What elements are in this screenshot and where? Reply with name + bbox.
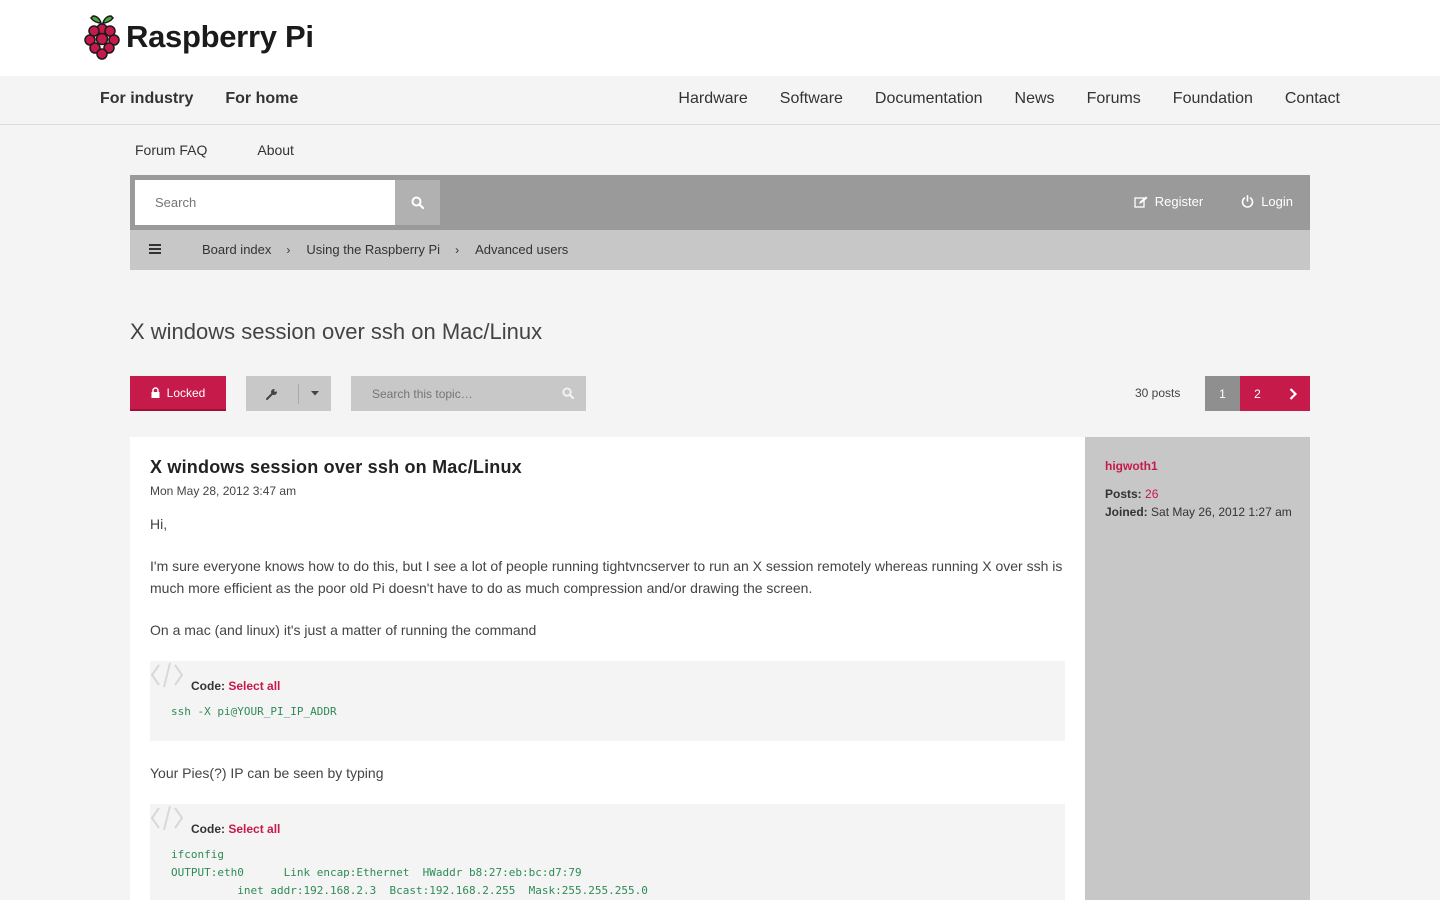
register-label: Register: [1154, 194, 1204, 209]
post: X windows session over ssh on Mac/Linux …: [130, 437, 1085, 900]
wrench-icon: [266, 388, 277, 400]
login-link[interactable]: Login: [1241, 194, 1293, 209]
post-date: Mon May 28, 2012 3:47 am: [150, 484, 297, 498]
nav-forums[interactable]: Forums: [1087, 90, 1141, 108]
nav-news[interactable]: News: [1015, 90, 1055, 108]
post-paragraph: Your Pies(?) IP can be seen by typing: [150, 765, 384, 781]
nav-hardware[interactable]: Hardware: [678, 90, 747, 108]
about-link[interactable]: About: [257, 142, 294, 158]
code-icon: [150, 662, 184, 688]
lock-icon: [151, 387, 160, 398]
locked-label: Locked: [166, 385, 206, 400]
code-icon: [150, 805, 184, 831]
author-username[interactable]: higwoth1: [1105, 459, 1158, 473]
topic-tools-button[interactable]: [246, 376, 331, 411]
code-content: ifconfig OUTPUT:eth0 Link encap:Ethernet…: [171, 848, 648, 897]
post-paragraph: On a mac (and linux) it's just a matter …: [150, 622, 537, 638]
forum-faq-link[interactable]: Forum FAQ: [135, 142, 207, 158]
post-count: 30 posts: [1135, 386, 1181, 400]
select-all-link[interactable]: Select all: [228, 679, 280, 693]
topic-search-input[interactable]: [351, 376, 551, 411]
post-body: Hi, I'm sure everyone knows how to do th…: [150, 513, 1065, 900]
forum-links: Forum FAQ About: [135, 142, 294, 158]
brand-name: Raspberry Pi: [126, 19, 314, 54]
breadcrumb-board-index[interactable]: Board index: [202, 242, 271, 257]
edit-icon: [1134, 196, 1148, 208]
joined-date: Sat May 26, 2012 1:27 am: [1151, 505, 1292, 519]
chevron-right-icon: [1289, 387, 1297, 400]
post-paragraph: I'm sure everyone knows how to do this, …: [150, 558, 1063, 596]
next-page-button[interactable]: [1275, 376, 1310, 411]
topic-search: [351, 376, 586, 411]
register-link[interactable]: Register: [1134, 194, 1203, 209]
author-joined: Joined: Sat May 26, 2012 1:27 am: [1105, 505, 1292, 519]
code-block: Code: Select all ssh -X pi@YOUR_PI_IP_AD…: [150, 661, 1065, 741]
breadcrumb-using-the-pi[interactable]: Using the Raspberry Pi: [306, 242, 440, 257]
nav-for-industry[interactable]: For industry: [100, 90, 193, 108]
pagination: 1 2: [1205, 376, 1310, 411]
page-1: 1: [1205, 376, 1240, 411]
author-posts: Posts: 26: [1105, 487, 1158, 501]
search-icon: [411, 196, 424, 209]
power-icon: [1241, 195, 1254, 208]
breadcrumb-advanced-users[interactable]: Advanced users: [475, 242, 568, 257]
search-icon[interactable]: [562, 387, 574, 399]
forum-search-button[interactable]: [395, 180, 440, 225]
chevron-right-icon: ›: [455, 242, 460, 257]
login-label: Login: [1261, 194, 1293, 209]
post-title[interactable]: X windows session over ssh on Mac/Linux: [150, 457, 522, 478]
site-header: Raspberry Pi: [0, 0, 1440, 76]
caret-down-icon: [311, 391, 319, 396]
code-content: ssh -X pi@YOUR_PI_IP_ADDR: [171, 705, 337, 718]
chevron-right-icon: ›: [286, 242, 291, 257]
page-2[interactable]: 2: [1240, 376, 1275, 411]
joined-label: Joined:: [1105, 505, 1148, 519]
site-logo[interactable]: Raspberry Pi: [84, 14, 314, 60]
nav-software[interactable]: Software: [780, 90, 843, 108]
locked-button[interactable]: Locked: [130, 376, 226, 411]
raspberry-logo-icon: [84, 15, 120, 60]
code-label: Code:: [191, 822, 225, 836]
select-all-link[interactable]: Select all: [228, 822, 280, 836]
nav-contact[interactable]: Contact: [1285, 90, 1340, 108]
nav-for-home[interactable]: For home: [225, 90, 298, 108]
nav-foundation[interactable]: Foundation: [1173, 90, 1253, 108]
topic-title[interactable]: X windows session over ssh on Mac/Linux: [130, 319, 542, 345]
post-paragraph: Hi,: [150, 516, 168, 532]
nav-documentation[interactable]: Documentation: [875, 90, 983, 108]
posts-count[interactable]: 26: [1145, 487, 1158, 501]
breadcrumb-bar: Board index › Using the Raspberry Pi › A…: [130, 230, 1310, 270]
forum-header-bar: Register Login: [130, 175, 1310, 230]
menu-icon[interactable]: [149, 243, 162, 255]
main-nav: For industry For home Hardware Software …: [0, 76, 1440, 125]
code-block: Code: Select all ifconfig OUTPUT:eth0 Li…: [150, 804, 1065, 900]
code-label: Code:: [191, 679, 225, 693]
breadcrumb: Board index › Using the Raspberry Pi › A…: [202, 242, 568, 257]
forum-search-input[interactable]: [135, 180, 395, 225]
post-author-profile: higwoth1 Posts: 26 Joined: Sat May 26, 2…: [1085, 437, 1310, 900]
posts-label: Posts:: [1105, 487, 1142, 501]
